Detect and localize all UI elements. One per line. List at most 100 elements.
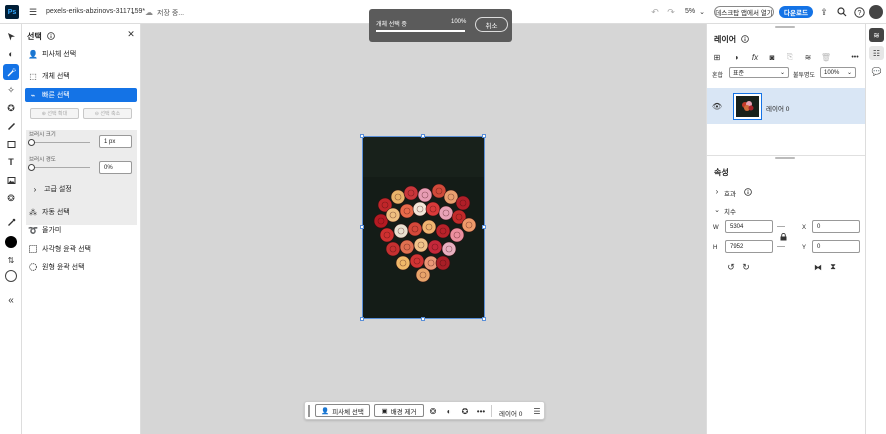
flip-vertical-icon[interactable]: ⧗ — [828, 262, 838, 272]
brush-size-field[interactable]: 1 px — [99, 135, 132, 148]
width-input[interactable]: 5304 — [725, 220, 773, 233]
adjust-icon[interactable]: ❂ — [427, 405, 439, 417]
comments-icon[interactable]: 💬 — [869, 64, 884, 78]
transform-handle[interactable] — [482, 134, 486, 138]
share-icon[interactable]: ⇪ — [818, 6, 830, 18]
zoom-chevron-icon[interactable]: ⌄ — [697, 6, 707, 18]
transform-handle[interactable] — [360, 225, 364, 229]
healing-tool-icon[interactable]: ✧ — [3, 82, 19, 98]
rotate-left-icon[interactable]: ↺ — [726, 262, 736, 272]
layer-row[interactable]: 👁 레이어 0 — [707, 88, 866, 124]
transform-handle[interactable] — [360, 134, 364, 138]
brush-tool-icon[interactable] — [3, 118, 19, 134]
drag-handle[interactable] — [308, 405, 310, 417]
menu-icon[interactable]: ☰ — [27, 6, 39, 18]
more-icon[interactable]: ••• — [850, 52, 860, 62]
select-subject-item[interactable]: 👤 피사체 선택 — [28, 47, 134, 61]
transform-handle[interactable] — [421, 317, 425, 321]
rotate-right-icon[interactable]: ↻ — [741, 262, 751, 272]
undo-icon[interactable]: ↶ — [649, 6, 661, 18]
height-input[interactable]: 7952 — [725, 240, 773, 253]
redo-icon[interactable]: ↷ — [665, 6, 677, 18]
layer-name[interactable]: 레이어 0 — [766, 103, 789, 113]
chevron-down-icon[interactable]: ⌄ — [713, 205, 721, 214]
remove-background-button[interactable]: ▣ 배경 제거 — [374, 404, 424, 417]
swap-colors-icon[interactable]: ⇅ — [3, 252, 19, 268]
blend-mode-dropdown[interactable]: 표준 ⌄ — [729, 67, 789, 78]
quick-actions-icon[interactable]: ✪ — [459, 405, 471, 417]
lasso-item[interactable]: ➰ 올가미 — [28, 223, 134, 237]
object-select-item[interactable]: ⬚ 개체 선택 — [28, 69, 134, 83]
stack-icon[interactable]: ≋ — [803, 52, 813, 62]
opacity-label: 불투명도 — [793, 73, 816, 79]
info-icon[interactable] — [46, 31, 55, 40]
taskbar-layer-name[interactable]: 레이어 0 — [499, 408, 522, 418]
more-icon[interactable]: ••• — [475, 405, 487, 417]
delete-icon[interactable]: 🗑 — [821, 52, 831, 62]
subtract-selection-button[interactable]: ⊖ 선택 축소 — [83, 108, 132, 119]
rect-marquee-item[interactable]: 사각형 윤곽 선택 — [28, 242, 134, 256]
help-icon[interactable]: ? — [853, 6, 865, 18]
flip-horizontal-icon[interactable]: ⧓ — [813, 262, 823, 272]
contrast-icon[interactable]: ◐ — [443, 405, 455, 417]
chevron-down-icon[interactable]: ⌄ — [128, 6, 138, 18]
background-color-swatch[interactable] — [5, 270, 17, 282]
y-input[interactable]: 0 — [812, 240, 860, 253]
eye-icon[interactable]: 👁 — [712, 101, 722, 111]
advanced-settings-toggle[interactable]: › 고급 설정 — [30, 182, 136, 196]
image-tool-icon[interactable] — [3, 172, 19, 188]
transform-handle[interactable] — [482, 225, 486, 229]
panel-grip[interactable] — [775, 26, 795, 28]
move-tool-icon[interactable] — [3, 28, 19, 44]
transform-handle[interactable] — [360, 317, 364, 321]
clip-mask-icon[interactable]: ⎘ — [785, 52, 795, 62]
download-button[interactable]: 다운로드 — [779, 6, 813, 18]
layer-thumbnail[interactable] — [733, 93, 762, 120]
fx-icon[interactable]: fx — [749, 51, 761, 63]
dimensions-label[interactable]: 치수 — [724, 206, 736, 216]
quick-select-item[interactable]: ⌁ 빠른 선택 — [25, 88, 137, 102]
zoom-level[interactable]: 5% — [685, 8, 695, 15]
collapse-panel-icon[interactable]: « — [3, 292, 19, 308]
eyedropper-tool-icon[interactable] — [3, 214, 19, 230]
settings-sliders-icon[interactable]: ☰ — [531, 405, 543, 417]
adjustment-layer-icon[interactable]: ◑ — [731, 52, 741, 62]
transform-handle[interactable] — [421, 134, 425, 138]
close-icon[interactable]: ✕ — [126, 29, 136, 39]
brush-hardness-slider[interactable] — [28, 164, 35, 171]
canvas-image[interactable] — [362, 136, 485, 319]
transform-handle[interactable] — [482, 317, 486, 321]
add-selection-button[interactable]: ⊕ 선택 확대 — [30, 108, 79, 119]
open-desktop-button[interactable]: 데스크탑 앱에서 열기 — [714, 6, 774, 18]
brush-size-slider[interactable] — [28, 139, 35, 146]
clone-tool-icon[interactable]: ✪ — [3, 100, 19, 116]
panel-grip[interactable] — [775, 157, 795, 159]
opacity-dropdown[interactable]: 100% ⌄ — [820, 67, 856, 78]
x-input[interactable]: 0 — [812, 220, 860, 233]
avatar[interactable] — [869, 5, 883, 19]
info-icon[interactable] — [743, 187, 752, 196]
adjust-tool-icon[interactable]: ❂ — [3, 190, 19, 206]
rose-bouquet-photo — [363, 137, 484, 318]
blur-tool-icon[interactable]: ◐ — [3, 46, 19, 62]
properties-panel-icon[interactable]: ☷ — [869, 46, 884, 60]
auto-select-item[interactable]: ⁂ 자동 선택 — [28, 205, 134, 219]
chevron-right-icon[interactable]: › — [713, 187, 721, 196]
select-subject-button[interactable]: 👤 피사체 선택 — [315, 404, 370, 417]
photoshop-logo[interactable]: Ps — [5, 5, 19, 19]
layers-panel-icon[interactable]: ≋ — [869, 28, 884, 42]
cancel-button[interactable]: 취소 — [475, 17, 508, 32]
type-tool-icon[interactable]: T — [3, 154, 19, 170]
mask-icon[interactable]: ◙ — [767, 52, 777, 62]
right-icon-rail: ≋ ☷ 💬 — [865, 24, 886, 434]
brush-hardness-field[interactable]: 0% — [99, 161, 132, 174]
lock-icon[interactable] — [779, 232, 788, 241]
ellipse-marquee-item[interactable]: 원형 윤곽 선택 — [28, 260, 134, 274]
search-icon[interactable] — [836, 6, 848, 18]
effects-label[interactable]: 효과 — [724, 188, 736, 198]
shape-tool-icon[interactable] — [3, 136, 19, 152]
info-icon[interactable] — [740, 34, 749, 43]
add-layer-icon[interactable]: ⊞ — [712, 52, 722, 62]
quick-selection-tool-icon[interactable] — [3, 64, 19, 80]
foreground-color-swatch[interactable] — [5, 236, 17, 248]
